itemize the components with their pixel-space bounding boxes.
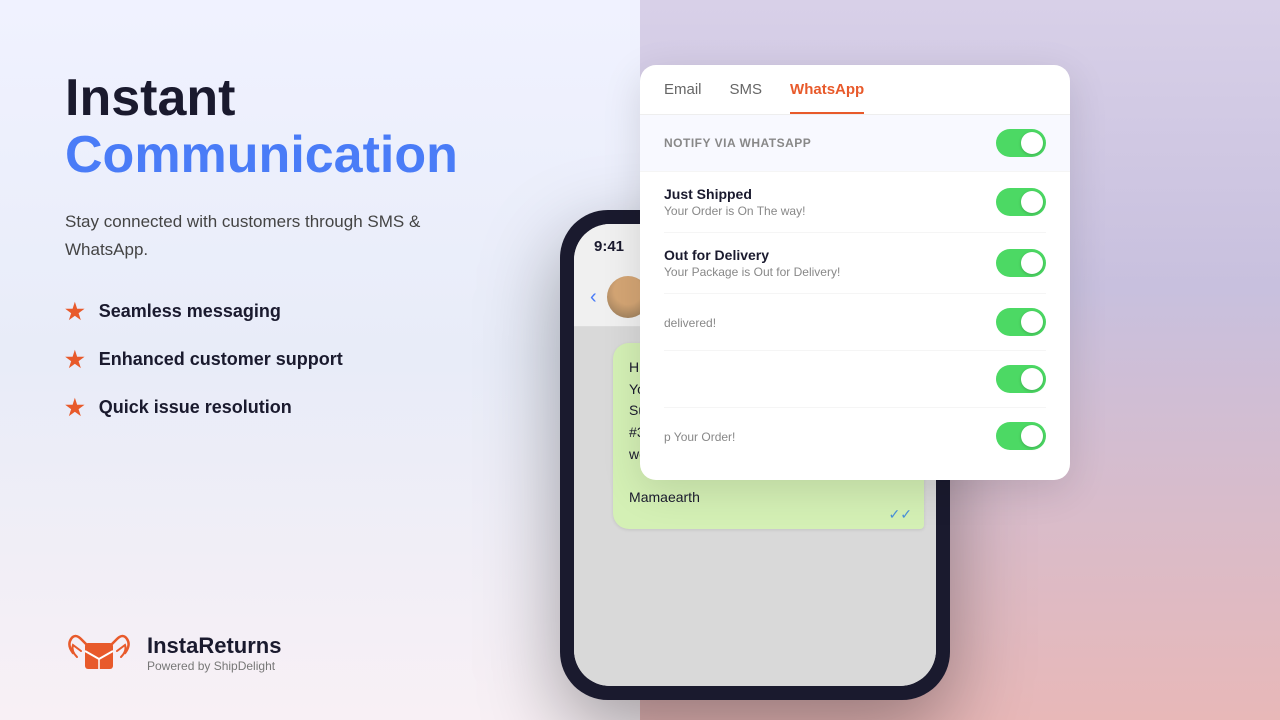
toggle-delivered[interactable] — [996, 308, 1046, 336]
brand-powered-by: Powered by ShipDelight — [147, 659, 281, 673]
just-shipped-sublabel: Your Order is On The way! — [664, 204, 805, 218]
tab-email[interactable]: Email — [664, 81, 702, 114]
row6-sublabel: p Your Order! — [664, 430, 735, 444]
notify-label: NOTIFY VIA WHATSAPP — [664, 136, 811, 150]
toggle-out-delivery[interactable] — [996, 249, 1046, 277]
toggle-notify[interactable] — [996, 129, 1046, 157]
headline-line1: Instant — [65, 70, 460, 127]
features-list: ★ Seamless messaging ★ Enhanced customer… — [65, 299, 460, 421]
out-delivery-label: Out for Delivery — [664, 247, 840, 263]
delivered-labels: delivered! — [664, 314, 716, 330]
settings-body: NOTIFY VIA WHATSAPP Just Shipped Your Or… — [640, 115, 1070, 480]
settings-card: Email SMS WhatsApp NOTIFY VIA WHATSAPP — [640, 65, 1070, 480]
just-shipped-label: Just Shipped — [664, 186, 805, 202]
brand-name: InstaReturns — [147, 633, 281, 659]
settings-tabs: Email SMS WhatsApp — [640, 65, 1070, 115]
message-tick-icon: ✓✓ — [889, 506, 912, 523]
content-wrapper: Instant Communication Stay connected wit… — [0, 0, 1280, 720]
feature-item-1: ★ Seamless messaging — [65, 299, 460, 325]
settings-row-delivered: delivered! — [664, 294, 1046, 351]
out-delivery-sublabel: Your Package is Out for Delivery! — [664, 265, 840, 279]
settings-row-5 — [664, 351, 1046, 408]
back-button[interactable]: ‹ — [590, 286, 597, 309]
toggle-row5[interactable] — [996, 365, 1046, 393]
settings-row-6: p Your Order! — [664, 408, 1046, 464]
feature-item-3: ★ Quick issue resolution — [65, 395, 460, 421]
headline: Instant Communication — [65, 70, 460, 184]
headline-line2: Communication — [65, 127, 460, 184]
tab-sms[interactable]: SMS — [730, 81, 763, 114]
brand-footer: InstaReturns Powered by ShipDelight — [65, 625, 281, 680]
settings-row-just-shipped: Just Shipped Your Order is On The way! — [664, 172, 1046, 233]
delivered-sublabel: delivered! — [664, 316, 716, 330]
feature-label-3: Quick issue resolution — [99, 397, 292, 418]
brand-logo-icon — [65, 625, 133, 680]
feature-item-2: ★ Enhanced customer support — [65, 347, 460, 373]
right-panel: Email SMS WhatsApp NOTIFY VIA WHATSAPP — [520, 0, 1280, 720]
star-icon-3: ★ — [65, 395, 85, 421]
status-time: 9:41 — [594, 238, 624, 255]
toggle-just-shipped[interactable] — [996, 188, 1046, 216]
feature-label-2: Enhanced customer support — [99, 349, 343, 370]
out-delivery-labels: Out for Delivery Your Package is Out for… — [664, 247, 840, 279]
row6-labels: p Your Order! — [664, 428, 735, 444]
subtitle: Stay connected with customers through SM… — [65, 208, 445, 262]
settings-row-out-delivery: Out for Delivery Your Package is Out for… — [664, 233, 1046, 294]
star-icon-2: ★ — [65, 347, 85, 373]
star-icon-1: ★ — [65, 299, 85, 325]
tab-whatsapp[interactable]: WhatsApp — [790, 81, 864, 114]
feature-label-1: Seamless messaging — [99, 301, 281, 322]
brand-text-group: InstaReturns Powered by ShipDelight — [147, 633, 281, 673]
toggle-row6[interactable] — [996, 422, 1046, 450]
just-shipped-labels: Just Shipped Your Order is On The way! — [664, 186, 805, 218]
settings-row-notify: NOTIFY VIA WHATSAPP — [640, 115, 1070, 172]
left-panel: Instant Communication Stay connected wit… — [0, 0, 520, 501]
